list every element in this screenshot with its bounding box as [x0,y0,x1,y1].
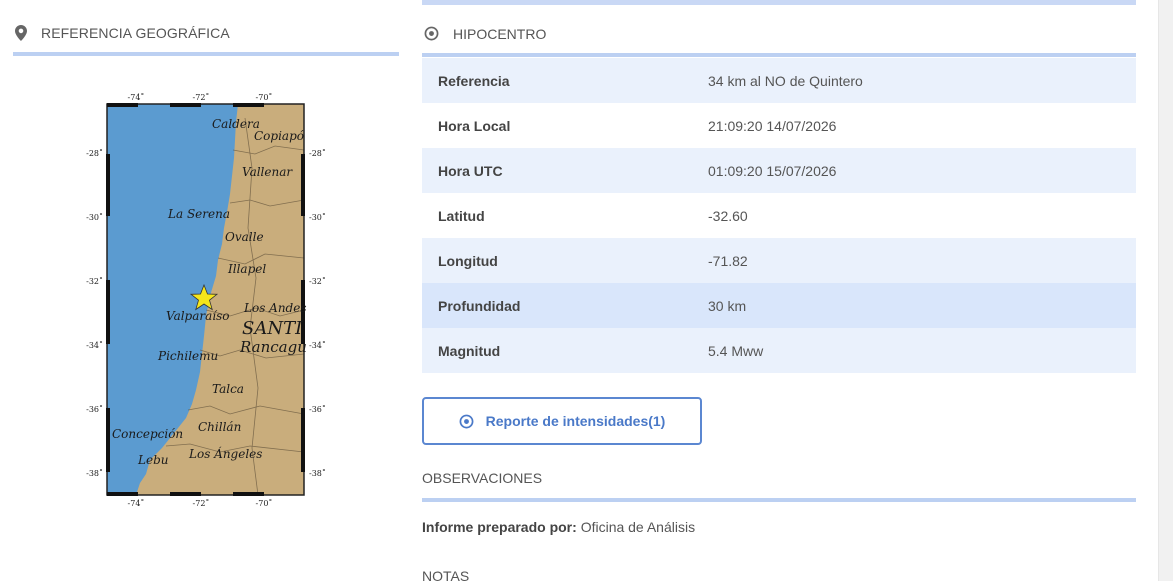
row-label: Longitud [438,252,498,269]
city-label: Illapel [227,262,266,276]
map-pin-icon [15,25,27,41]
prepared-by-label: Informe preparado por: [422,519,577,535]
city-label: Pichilemu [157,349,218,363]
map-tick-bottom: -72˚ [193,499,210,508]
map-tick-right: -34˚ [309,341,326,350]
city-label: Chillán [198,420,241,434]
map-tick-right: -36˚ [309,405,326,414]
scrollbar[interactable] [1158,0,1173,581]
epicenter-map: -74˚ -72˚ -70˚ -74˚ -72˚ -70˚ -28˚ -30˚ … [70,88,340,513]
row-value: 01:09:20 15/07/2026 [708,162,837,179]
table-row: Magnitud 5.4 Mww [422,328,1136,373]
city-label: Los Andes [243,301,307,315]
map-tick-right: -30˚ [309,213,326,222]
city-label-capital: SANTI [242,318,303,339]
map-tick-left: -30˚ [86,213,103,222]
city-label: Talca [212,382,244,396]
city-label: La Serena [167,207,230,221]
row-label: Hora UTC [438,162,503,179]
row-value: 34 km al NO de Quintero [708,72,863,89]
observations-title: OBSERVACIONES [422,470,543,486]
map-tick-right: -38˚ [309,469,326,478]
map-tick-right: -32˚ [309,277,326,286]
map-tick-right: -28˚ [309,149,326,158]
city-label: Rancagu [239,338,307,356]
row-value: 21:09:20 14/07/2026 [708,117,837,134]
map-tick-top: -74˚ [128,93,145,102]
hypocenter-table: Referencia 34 km al NO de Quintero Hora … [422,58,1136,373]
prepared-by: Informe preparado por: Oficina de Anális… [422,519,695,535]
table-row: Profundidad 30 km [422,283,1136,328]
table-row: Hora UTC 01:09:20 15/07/2026 [422,148,1136,193]
city-label: Copiapó [254,129,304,143]
map-tick-bottom: -74˚ [128,499,145,508]
map-tick-top: -72˚ [193,93,210,102]
geographic-reference-title: REFERENCIA GEOGRÁFICA [41,25,230,41]
row-label: Latitud [438,207,485,224]
table-row: Longitud -71.82 [422,238,1136,283]
geographic-reference-header: REFERENCIA GEOGRÁFICA [13,14,399,56]
intensity-report-button[interactable]: Reporte de intensidades(1) [422,397,702,445]
row-value: -71.82 [708,252,748,269]
top-accent-line [422,0,1136,5]
city-label: Valparaíso [166,309,230,323]
map-tick-left: -38˚ [86,469,103,478]
row-label: Referencia [438,72,510,89]
row-label: Profundidad [438,297,521,314]
prepared-by-value: Oficina de Análisis [580,519,696,535]
city-label: Los Ángeles [188,446,262,461]
target-icon [424,26,439,41]
intensity-report-label: Reporte de intensidades(1) [485,413,666,429]
row-label: Magnitud [438,342,501,359]
hypocenter-header: HIPOCENTRO [422,14,1136,57]
city-label: Lebu [137,453,168,467]
map-tick-left: -28˚ [86,149,103,158]
row-value: -32.60 [708,207,748,224]
table-row: Latitud -32.60 [422,193,1136,238]
map-tick-left: -32˚ [86,277,103,286]
observations-header: OBSERVACIONES [422,458,1136,502]
city-label: Vallenar [242,165,293,179]
city-label: Caldera [212,117,260,131]
hypocenter-title: HIPOCENTRO [453,25,547,42]
map-tick-left: -36˚ [86,405,103,414]
table-row: Hora Local 21:09:20 14/07/2026 [422,103,1136,148]
table-row: Referencia 34 km al NO de Quintero [422,58,1136,103]
target-icon [459,414,474,428]
notes-title: NOTAS [422,568,470,584]
city-label: Ovalle [225,230,264,244]
map-tick-left: -34˚ [86,341,103,350]
map-tick-bottom: -70˚ [256,499,273,508]
row-label: Hora Local [438,117,511,134]
row-value: 30 km [708,297,747,314]
row-value: 5.4 Mww [708,342,764,359]
city-label: Concepción [112,427,183,441]
map-tick-top: -70˚ [256,93,273,102]
